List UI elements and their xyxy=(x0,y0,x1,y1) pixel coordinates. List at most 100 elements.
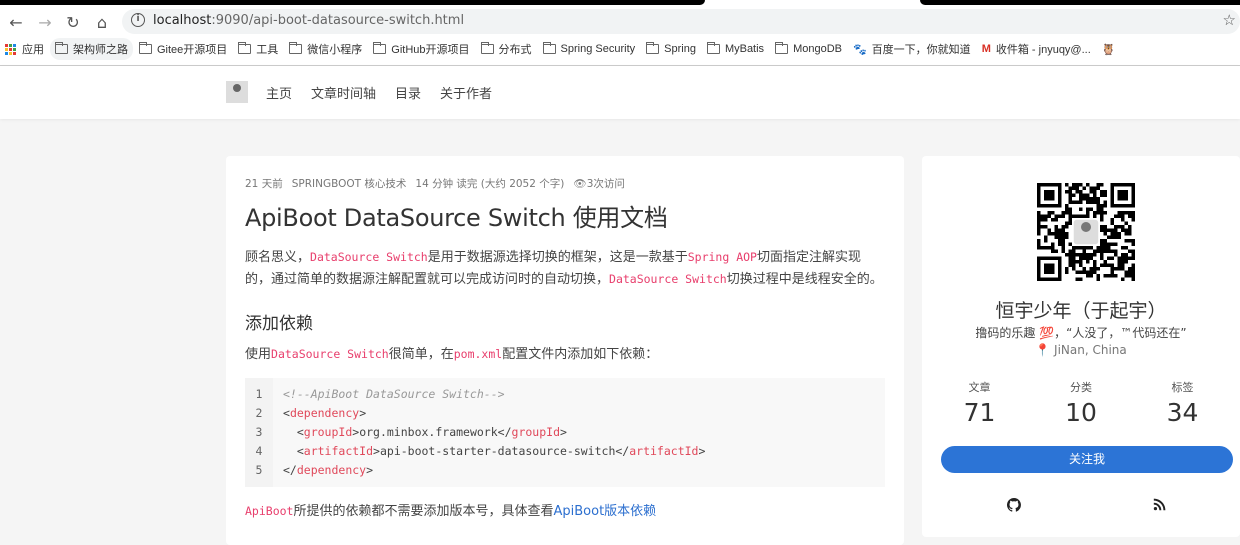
folder-icon xyxy=(480,42,494,54)
xml-tag: artifactId xyxy=(303,443,374,458)
bookmark-label: 百度一下，你就知道 xyxy=(871,44,971,56)
stat-tags[interactable]: 标签 34 xyxy=(1145,379,1220,427)
bookmark-label: 工具 xyxy=(256,44,279,56)
eye-icon: 👁 xyxy=(573,178,587,190)
bookmark-baidu[interactable]: 🐾 百度一下，你就知道 xyxy=(848,38,976,60)
folder-icon xyxy=(373,42,387,54)
article-card: 21 天前 SPRINGBOOT 核心技术 14 分钟 读完 (大约 2052 … xyxy=(226,156,904,545)
text: 很简单，在 xyxy=(388,347,454,362)
qr-code xyxy=(1037,183,1135,281)
article-meta: 21 天前 SPRINGBOOT 核心技术 14 分钟 读完 (大约 2052 … xyxy=(245,176,885,191)
line-number: 2 xyxy=(255,405,263,420)
xml-value: api-boot-starter-datasource-switch xyxy=(379,443,616,458)
version-deps-link[interactable]: ApiBoot版本依赖 xyxy=(553,504,656,519)
bookmark-folder[interactable]: 微信小程序 xyxy=(284,38,367,60)
bookmark-label: Spring Security xyxy=(560,43,636,55)
stat-label: 文章 xyxy=(968,381,991,394)
line-number: 5 xyxy=(255,462,263,477)
bookmark-owl[interactable]: 🦉 xyxy=(1097,40,1121,59)
bookmark-label: 分布式 xyxy=(498,44,532,56)
code-lines: <!--ApiBoot DataSource Switch--> <depende… xyxy=(273,385,705,480)
bookmark-label: MyBatis xyxy=(724,43,765,55)
xml-tag: dependency xyxy=(289,405,360,420)
read-time: 14 分钟 读完 (大约 2052 个字) xyxy=(415,178,565,190)
back-icon[interactable]: ← xyxy=(6,13,26,32)
bookmark-label: GitHub开源项目 xyxy=(391,44,470,56)
code-block: 1 2 3 4 5 <!--ApiBoot DataSource Switch-… xyxy=(245,377,885,487)
folder-icon xyxy=(139,42,152,54)
usage-paragraph: 使用DataSource Switch很简单，在pom.xml配置文件内添加如下… xyxy=(245,344,885,366)
bookmark-gmail[interactable]: M 收件箱 - jnyuqy@... xyxy=(977,38,1096,60)
bookmark-star-icon[interactable]: ☆ xyxy=(1223,11,1236,29)
url-text[interactable]: localhost:9090/api-boot-datasource-switc… xyxy=(153,13,464,28)
text: 使用 xyxy=(245,347,272,362)
author-location: 📍 JiNan, China xyxy=(922,343,1240,357)
bookmark-apps[interactable]: 应用 xyxy=(0,38,49,60)
intro-paragraph: 顾名思义，DataSource Switch是用于数据源选择切换的框架，这是一款… xyxy=(245,247,885,290)
bookmark-folder[interactable]: Spring xyxy=(641,40,701,58)
bookmark-folder[interactable]: MongoDB xyxy=(770,40,847,58)
text: 顾名思义， xyxy=(245,250,311,265)
bookmark-label: 应用 xyxy=(22,44,44,56)
baidu-paw-icon: 🐾 xyxy=(852,43,867,56)
inline-code: DataSource Switch xyxy=(310,250,428,264)
nav-about[interactable]: 关于作者 xyxy=(440,83,492,102)
article-title: ApiBoot DataSource Switch 使用文档 xyxy=(245,204,668,232)
bookmark-folder[interactable]: 分布式 xyxy=(476,38,537,60)
bookmark-folder[interactable]: 工具 xyxy=(233,38,283,60)
location-text: JiNan, China xyxy=(1054,343,1127,357)
stat-label: 标签 xyxy=(1171,381,1194,394)
bookmarks-bar: 应用 架构师之路 Gitee开源项目 工具 微信小程序 GitHub开源项目 分… xyxy=(0,38,1240,60)
bookmark-label: Spring xyxy=(664,43,696,55)
code-line: <dependency> xyxy=(283,405,367,420)
text: 是用于数据源选择切换的框架，这是一款基于 xyxy=(427,250,688,265)
post-category[interactable]: SPRINGBOOT 核心技术 xyxy=(292,176,407,191)
stat-articles[interactable]: 文章 71 xyxy=(942,379,1017,427)
line-number: 4 xyxy=(255,443,263,458)
xml-tag: dependency xyxy=(296,462,367,477)
code-comment: <!--ApiBoot DataSource Switch--> xyxy=(283,386,505,401)
site-logo-avatar[interactable] xyxy=(226,81,248,103)
inline-code: DataSource Switch xyxy=(609,271,727,286)
folder-icon xyxy=(775,42,789,54)
owl-icon: 🦉 xyxy=(1101,43,1116,56)
stat-categories[interactable]: 分类 10 xyxy=(1044,379,1119,427)
map-pin-icon: 📍 xyxy=(1035,343,1051,357)
bookmark-folder[interactable]: Spring Security xyxy=(538,40,641,58)
stat-value: 71 xyxy=(963,398,996,427)
github-icon[interactable] xyxy=(1006,498,1021,516)
code-line: </dependency> xyxy=(283,462,374,477)
info-icon[interactable]: i xyxy=(131,13,145,27)
browser-chrome: ← → ↻ ⌂ i localhost:9090/api-boot-dataso… xyxy=(0,5,1240,66)
nav-timeline[interactable]: 文章时间轴 xyxy=(311,83,376,102)
gmail-icon: M xyxy=(981,43,991,55)
line-number: 1 xyxy=(255,386,263,401)
forward-icon[interactable]: → xyxy=(35,13,55,32)
bookmark-label: Gitee开源项目 xyxy=(157,44,228,56)
xml-tag: groupId xyxy=(511,424,560,439)
follow-button[interactable]: 关注我 xyxy=(941,446,1233,473)
bookmark-folder[interactable]: 架构师之路 xyxy=(50,38,133,60)
bookmark-folder[interactable]: GitHub开源项目 xyxy=(368,38,474,60)
inline-code: ApiBoot xyxy=(245,503,294,518)
reload-icon[interactable]: ↻ xyxy=(63,13,83,32)
text: 所提供的依赖都不需要添加版本号，具体查看 xyxy=(293,503,554,519)
author-motto: 撸码的乐趣 💯，“人没了，™代码还在” xyxy=(975,326,1187,340)
address-bar[interactable]: i localhost:9090/api-boot-datasource-swi… xyxy=(122,9,1240,34)
home-icon[interactable]: ⌂ xyxy=(92,13,112,32)
view-count: 3次访问 xyxy=(586,178,625,190)
nav-catalog[interactable]: 目录 xyxy=(395,83,421,102)
folder-icon xyxy=(542,42,556,54)
text: 切换过程中是线程安全的。 xyxy=(726,271,883,287)
code-line: <artifactId>api-boot-starter-datasource-… xyxy=(283,443,706,458)
inline-code: DataSource Switch xyxy=(271,347,389,361)
inline-code: pom.xml xyxy=(453,347,503,361)
rss-icon[interactable] xyxy=(1153,498,1166,515)
post-time: 21 天前 xyxy=(245,178,283,190)
bookmark-folder[interactable]: MyBatis xyxy=(702,40,769,58)
site-navbar: 主页 文章时间轴 目录 关于作者 xyxy=(0,66,1240,119)
stat-value: 10 xyxy=(1065,398,1097,427)
bookmark-folder[interactable]: Gitee开源项目 xyxy=(134,38,232,60)
line-number: 3 xyxy=(255,424,263,439)
nav-home[interactable]: 主页 xyxy=(266,83,292,102)
